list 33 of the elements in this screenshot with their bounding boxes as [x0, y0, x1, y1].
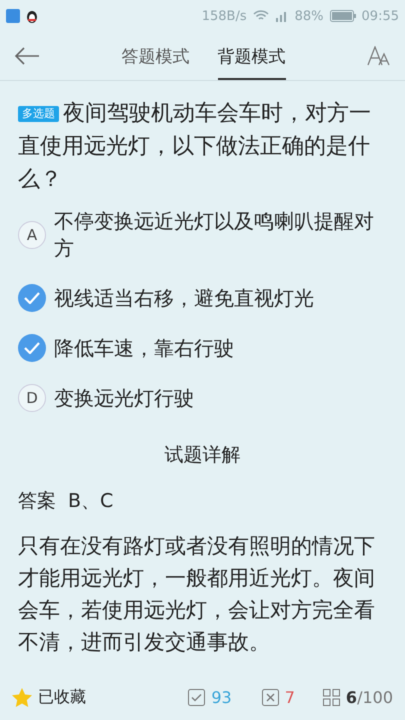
- option-letter[interactable]: A: [18, 221, 46, 249]
- favorite-label[interactable]: 已收藏: [38, 686, 86, 708]
- option-text[interactable]: 不停变换远近光灯以及鸣喇叭提醒对方: [54, 208, 387, 262]
- explanation-text: 只有在没有路灯或者没有照明的情况下才能用远光灯，一般都用近光灯。夜间会车，若使用远光灯，会让对方完全看不清，进而引发交通事故。: [17, 533, 376, 656]
- mode-tab[interactable]: 答题模式: [122, 32, 190, 80]
- answer-value: B、C: [68, 489, 114, 514]
- option-text[interactable]: 视线适当右移，避免直视灯光: [54, 284, 314, 312]
- option-letter[interactable]: D: [18, 384, 46, 412]
- font-size-icon[interactable]: [367, 46, 391, 66]
- app-icon: [6, 9, 20, 23]
- option-text[interactable]: 降低车速，靠右行驶: [54, 334, 234, 362]
- battery-level: 88%: [294, 8, 324, 24]
- checkbox-icon: [188, 688, 206, 706]
- mode-tab[interactable]: 背题模式: [218, 32, 286, 80]
- checked-icon[interactable]: [18, 334, 46, 362]
- question-type-tag: 多选题: [18, 106, 59, 122]
- signal-icon: [274, 10, 289, 22]
- star-icon[interactable]: [12, 688, 32, 706]
- network-speed: 158B/s: [202, 8, 247, 24]
- option-text[interactable]: 变换远光灯行驶: [54, 384, 194, 412]
- cross-box-icon: [262, 688, 279, 706]
- answer-label: 答案: [18, 489, 56, 514]
- progress-count[interactable]: 6/100: [346, 688, 393, 706]
- checked-icon[interactable]: [18, 284, 46, 312]
- wrong-count: 7: [284, 688, 295, 706]
- battery-icon: [330, 10, 356, 22]
- back-icon[interactable]: [14, 47, 40, 65]
- question-text: 多选题 夜间驾驶机动车会车时，对方一直使用远光灯，以下做法正确的是什么？: [17, 100, 372, 194]
- grid-icon[interactable]: [322, 688, 340, 706]
- section-title: 试题详解: [164, 443, 242, 468]
- clock: 09:55: [362, 8, 399, 24]
- wifi-icon: [252, 10, 269, 22]
- correct-count: 93: [211, 688, 232, 706]
